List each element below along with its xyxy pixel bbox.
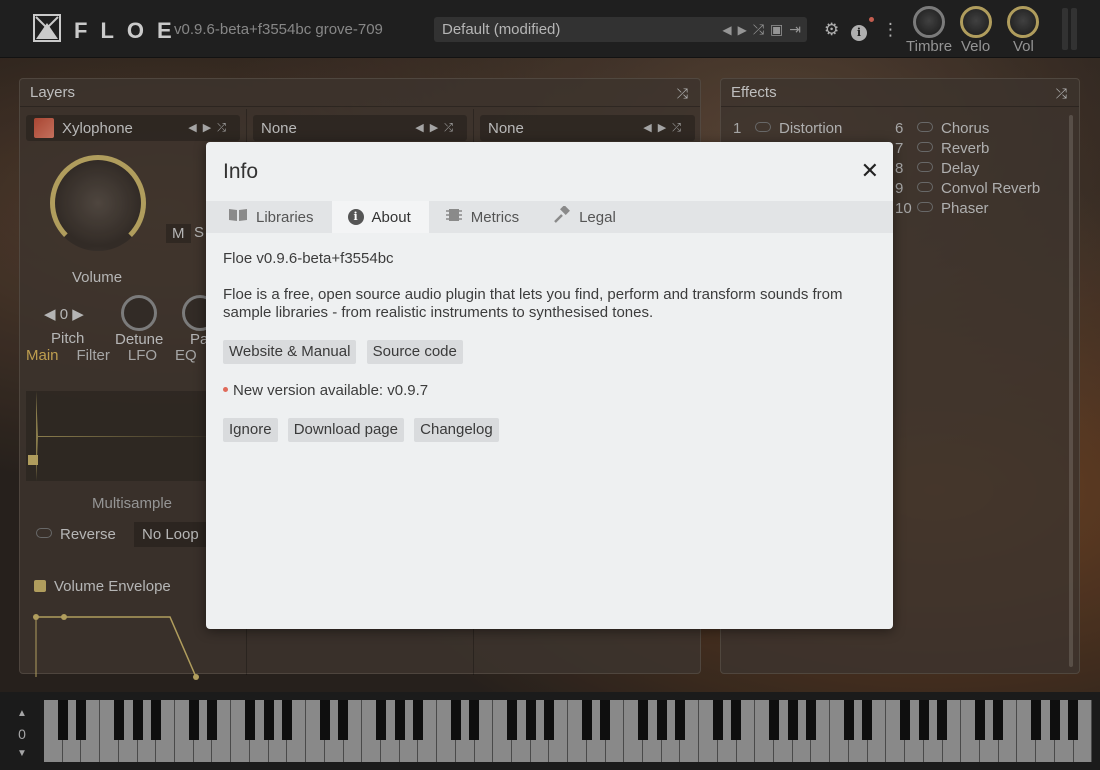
website-manual-button[interactable]: Website & Manual <box>223 340 357 364</box>
ignore-button[interactable]: Ignore <box>223 418 278 442</box>
tab-metrics[interactable]: Metrics <box>429 201 537 233</box>
tab-libraries[interactable]: Libraries <box>212 201 332 233</box>
about-content: Floe v0.9.6-beta+f3554bc Floe is a free,… <box>223 250 873 460</box>
update-notice-text: New version available: v0.9.7 <box>233 382 429 399</box>
version-line: Floe v0.9.6-beta+f3554bc <box>223 250 394 267</box>
dialog-title: Info <box>223 160 259 183</box>
update-notice: New version available: v0.9.7 <box>223 382 873 400</box>
chip-icon <box>445 206 463 228</box>
tab-about[interactable]: i About <box>331 201 429 233</box>
info-icon: i <box>347 209 364 225</box>
tab-legal[interactable]: Legal <box>537 201 634 233</box>
update-actions: Ignore Download page Changelog <box>223 418 873 442</box>
changelog-button[interactable]: Changelog <box>414 418 499 442</box>
source-code-button[interactable]: Source code <box>366 340 463 364</box>
update-indicator-dot <box>223 387 228 392</box>
description-text: Floe is a free, open source audio plugin… <box>223 286 843 321</box>
download-page-button[interactable]: Download page <box>287 418 404 442</box>
close-icon[interactable]: ✕ <box>861 160 879 182</box>
info-dialog: Info ✕ Libraries i About Metrics Legal F… <box>206 142 893 629</box>
links-row: Website & Manual Source code <box>223 340 873 364</box>
book-icon <box>228 208 248 226</box>
gavel-icon <box>553 205 571 228</box>
dialog-tabs: Libraries i About Metrics Legal <box>206 201 893 233</box>
